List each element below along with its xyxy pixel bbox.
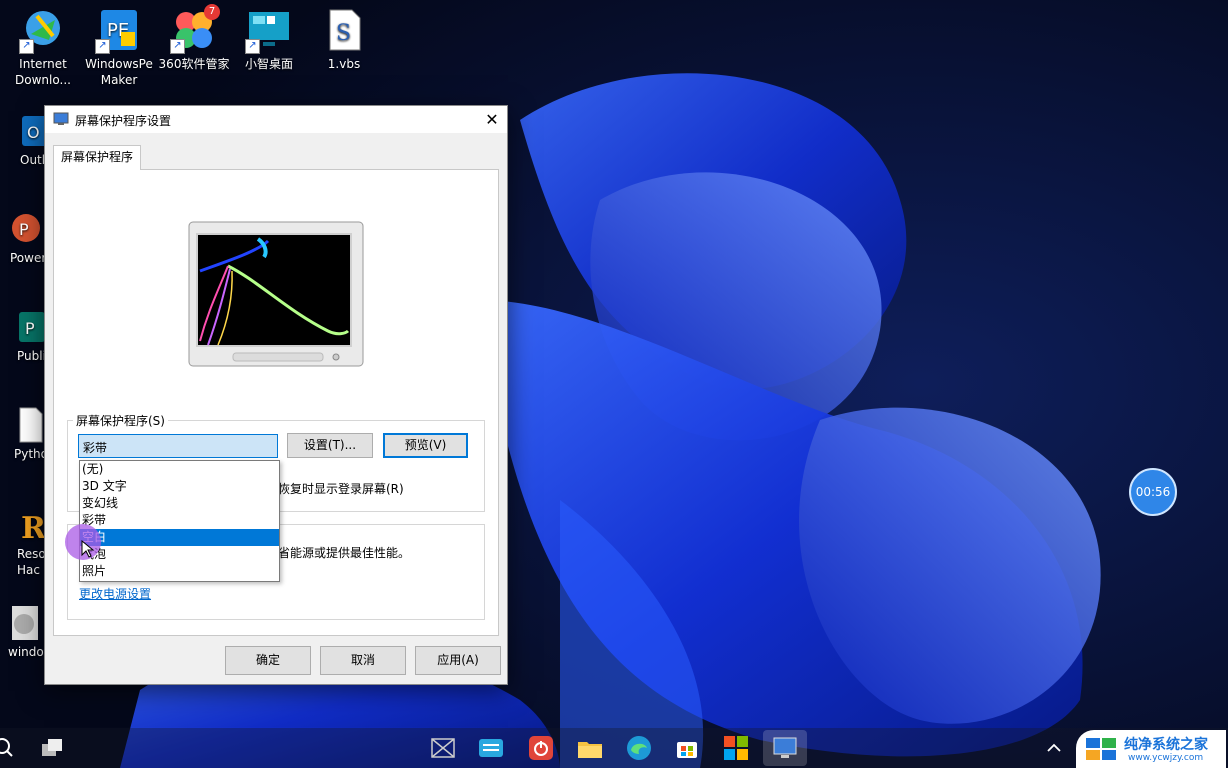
screensaver-preview-monitor xyxy=(188,221,364,367)
desktop-icon-windowspe-maker[interactable]: PE ↗ WindowsPe Maker xyxy=(82,6,156,88)
power-app-icon[interactable] xyxy=(527,734,555,762)
cancel-button[interactable]: 取消 xyxy=(320,646,406,675)
close-icon: ✕ xyxy=(485,110,499,129)
svg-text:P: P xyxy=(25,319,35,338)
desktop-icon-xiaozhi[interactable]: ↗ 小智桌面 xyxy=(232,6,306,72)
resource-hacker-icon: R xyxy=(17,506,47,546)
dropdown-option[interactable]: 照片 xyxy=(80,563,279,580)
close-button[interactable]: ✕ xyxy=(477,106,507,133)
desktop-icon-label: WindowsPe Maker xyxy=(85,57,153,87)
script-file-icon: S xyxy=(320,6,368,54)
settings-button[interactable]: 设置(T)... xyxy=(287,433,373,458)
dropdown-option[interactable]: 3D 文字 xyxy=(80,478,279,495)
task-view-icon[interactable] xyxy=(38,734,66,762)
dropdown-option[interactable]: 彩带 xyxy=(80,512,279,529)
site-watermark: 纯净系统之家 www.ycwjzy.com xyxy=(1076,730,1226,768)
dropdown-option[interactable]: 气泡 xyxy=(80,546,279,563)
dialog-title: 屏幕保护程序设置 xyxy=(75,114,172,128)
watermark-title: 纯净系统之家 xyxy=(1124,737,1208,753)
screensaver-combo[interactable]: 彩带 ⌵ xyxy=(78,434,278,458)
disc-icon xyxy=(8,604,38,644)
recording-timer[interactable]: 00:56 xyxy=(1129,468,1177,516)
screensaver-group-label: 屏幕保护程序(S) xyxy=(76,414,165,428)
envelope-icon[interactable] xyxy=(429,734,457,762)
edge-browser-icon[interactable] xyxy=(625,734,653,762)
search-icon[interactable] xyxy=(0,734,20,762)
svg-text:P: P xyxy=(19,220,29,239)
apply-button[interactable]: 应用(A) xyxy=(415,646,501,675)
keyboard-app-icon[interactable] xyxy=(477,734,505,762)
desktop-icon-label: 1.vbs xyxy=(327,57,361,71)
tab-screensaver[interactable]: 屏幕保护程序 xyxy=(53,145,142,170)
chevron-up-icon[interactable] xyxy=(1040,734,1068,762)
python-file-icon xyxy=(14,406,44,446)
svg-text:S: S xyxy=(336,21,351,46)
screensaver-settings-dialog: 屏幕保护程序设置 ✕ 屏幕保护程序 屏幕保护程序(S) 彩带 ⌵ 设置(T)..… xyxy=(44,105,508,685)
desktop-icon-label: Internet Downlo... xyxy=(15,57,71,87)
chevron-down-icon: ⌵ xyxy=(83,439,91,450)
powerpoint-icon: P xyxy=(10,210,40,250)
store-icon[interactable] xyxy=(673,734,701,762)
notification-badge: 7 xyxy=(204,4,220,20)
publisher-icon: P xyxy=(17,308,47,348)
desktop-icon-vbs-file[interactable]: S 1.vbs xyxy=(307,6,381,72)
windowspe-icon: PE ↗ xyxy=(95,6,143,54)
resume-login-label[interactable]: 恢复时显示登录屏幕(R) xyxy=(278,480,404,497)
desktop-icon-label: 360软件管家 xyxy=(158,57,230,71)
screensaver-dropdown-list: (无) 3D 文字 变幻线 彩带 空白 气泡 照片 xyxy=(79,460,280,582)
dropdown-option-selected[interactable]: 空白 xyxy=(80,529,279,546)
power-description: 省能源或提供最佳性能。 xyxy=(278,546,411,560)
desktop-icon-idm[interactable]: ↗ Internet Downlo... xyxy=(6,6,80,88)
svg-text:O: O xyxy=(27,123,40,142)
windows-start-icon[interactable] xyxy=(722,734,750,762)
desktop-icon-360-software[interactable]: ↗ 7 360软件管家 xyxy=(157,4,231,72)
idm-icon: ↗ xyxy=(19,6,67,54)
taskbar xyxy=(0,728,1228,768)
watermark-logo-icon xyxy=(1086,738,1116,760)
flower-360-icon: ↗ 7 xyxy=(170,4,220,54)
screensaver-icon xyxy=(773,737,797,758)
screensaver-icon xyxy=(53,112,69,125)
file-explorer-icon[interactable] xyxy=(576,734,604,762)
dropdown-option[interactable]: (无) xyxy=(80,461,279,478)
dialog-titlebar[interactable]: 屏幕保护程序设置 ✕ xyxy=(45,106,507,133)
change-power-settings-link[interactable]: 更改电源设置 xyxy=(79,585,151,602)
monitor-icon: ↗ xyxy=(245,6,293,54)
desktop-icon-label: 小智桌面 xyxy=(244,57,293,71)
mouse-cursor-highlight xyxy=(65,524,101,560)
watermark-url: www.ycwjzy.com xyxy=(1128,753,1204,763)
dropdown-option[interactable]: 变幻线 xyxy=(80,495,279,512)
screensaver-settings-taskbar-item[interactable] xyxy=(763,730,807,766)
ok-button[interactable]: 确定 xyxy=(225,646,311,675)
preview-button[interactable]: 预览(V) xyxy=(383,433,468,458)
